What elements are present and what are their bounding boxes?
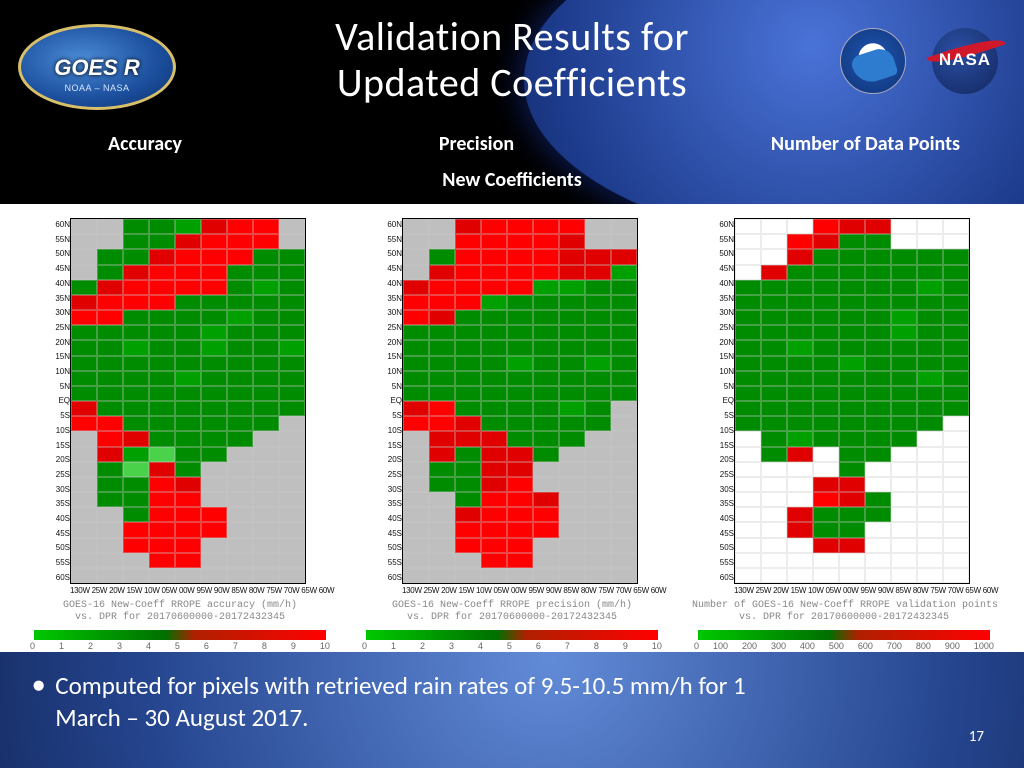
map-accuracy: 60N55N50N45N40N35N30N25N20N15N10N5NEQ5S1… <box>28 218 332 648</box>
agency-logos: NASA <box>840 28 1004 94</box>
column-headers: Accuracy Precision Number of Data Points <box>0 132 1024 156</box>
col-npts: Number of Data Points <box>771 132 960 156</box>
title-line-1: Validation Results for <box>335 12 689 61</box>
col-accuracy: Accuracy <box>108 132 182 156</box>
maps-row: 60N55N50N45N40N35N30N25N20N15N10N5NEQ5S1… <box>0 204 1024 652</box>
nasa-logo-icon: NASA <box>926 28 1004 94</box>
goesr-label: GOES R <box>21 57 173 79</box>
colorbar-accuracy: 012345678910 <box>28 630 332 650</box>
grid-npts <box>734 218 970 584</box>
map-precision: 60N55N50N45N40N35N30N25N20N15N10N5NEQ5S1… <box>360 218 664 648</box>
goesr-sublabel: NOAA – NASA <box>21 83 173 93</box>
y-axis-npts: 60N55N50N45N40N35N30N25N20N15N10N5NEQ5S1… <box>698 218 734 584</box>
y-axis-precision: 60N55N50N45N40N35N30N25N20N15N10N5NEQ5S1… <box>366 218 402 584</box>
caption-accuracy: GOES-16 New-Coeff RROPE accuracy (mm/h) … <box>28 600 332 624</box>
x-axis-precision: 130W 25W 20W 15W 10W 05W 00W 95W 90W 85W… <box>402 586 638 595</box>
colorbar-npts: 01002003004005006007008009001000 <box>692 630 996 650</box>
slide-footer: ● Computed for pixels with retrieved rai… <box>0 652 1024 768</box>
caption-npts: Number of GOES-16 New-Coeff RROPE valida… <box>692 600 996 624</box>
x-axis-npts: 130W 25W 20W 15W 10W 05W 00W 95W 90W 85W… <box>734 586 970 595</box>
x-axis-accuracy: 130W 25W 20W 15W 10W 05W 00W 95W 90W 85W… <box>70 586 306 595</box>
map-npts: 60N55N50N45N40N35N30N25N20N15N10N5NEQ5S1… <box>692 218 996 648</box>
grid-accuracy <box>70 218 306 584</box>
title-line-2: Updated Coefficients <box>337 58 687 107</box>
y-axis-accuracy: 60N55N50N45N40N35N30N25N20N15N10N5NEQ5S1… <box>34 218 70 584</box>
subheader: New Coefficients <box>0 168 1024 192</box>
goesr-badge-icon: GOES R NOAA – NASA <box>18 24 176 110</box>
colorbar-precision: 012345678910 <box>360 630 664 650</box>
col-precision: Precision <box>439 132 514 156</box>
slide-header: Validation Results for Updated Coefficie… <box>0 0 1024 204</box>
footer-text: Computed for pixels with retrieved rain … <box>55 670 815 734</box>
noaa-logo-icon <box>840 28 906 94</box>
grid-precision <box>402 218 638 584</box>
caption-precision: GOES-16 New-Coeff RROPE precision (mm/h)… <box>360 600 664 624</box>
nasa-label: NASA <box>926 50 1004 70</box>
bullet-icon: ● <box>32 670 45 700</box>
page-number: 17 <box>969 728 984 746</box>
